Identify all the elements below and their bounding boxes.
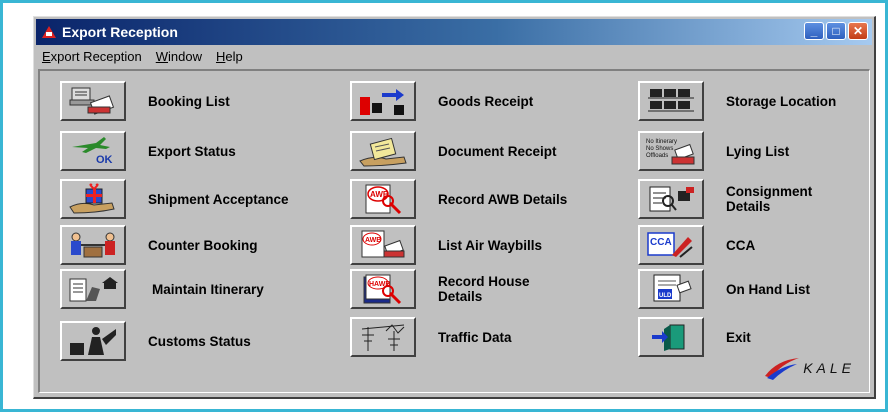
entry-counter-booking: Counter Booking (60, 225, 258, 265)
list-air-waybills-button[interactable]: AWB (350, 225, 416, 265)
traffic-data-label: Traffic Data (438, 329, 512, 345)
entry-record-awb-details: AWB Record AWB Details (350, 179, 567, 219)
cca-icon: CCA (647, 232, 693, 258)
entry-goods-receipt: Goods Receipt (350, 81, 533, 121)
traffic-data-button[interactable] (350, 317, 416, 357)
shipment-acceptance-button[interactable] (60, 179, 126, 219)
export-status-icon: OK (72, 137, 113, 166)
entry-lying-list: No Itinerary No Shows Offloads Lying Lis… (638, 131, 789, 171)
counter-booking-label: Counter Booking (148, 237, 258, 253)
lying-list-button[interactable]: No Itinerary No Shows Offloads (638, 131, 704, 171)
entry-storage-location: Storage Location (638, 81, 836, 121)
title-bar[interactable]: Export Reception _ □ ✕ (36, 19, 872, 45)
awb-text: AWB (370, 190, 389, 199)
awb-list-text: AWB (365, 237, 381, 244)
document-receipt-icon (359, 137, 407, 167)
app-logo-icon (42, 25, 56, 39)
lying-line-2: No Shows (646, 146, 673, 152)
cca-button[interactable]: CCA (638, 225, 704, 265)
record-house-button[interactable]: HAWB (350, 269, 416, 309)
record-house-icon: HAWB (363, 274, 402, 305)
entry-traffic-data: Traffic Data (350, 317, 512, 357)
counter-booking-button[interactable] (60, 225, 126, 265)
export-reception-window: Export Reception _ □ ✕ Export Reception … (33, 16, 876, 399)
maintain-itinerary-icon (69, 277, 118, 302)
customs-status-icon (70, 327, 116, 355)
shipment-acceptance-icon (69, 183, 115, 214)
menu-help[interactable]: Help (216, 49, 243, 64)
consignment-details-icon (649, 186, 694, 212)
on-hand-list-icon: ULD (653, 274, 692, 302)
exit-button[interactable] (638, 317, 704, 357)
counter-booking-icon (71, 232, 115, 258)
kale-swoosh-icon (765, 358, 800, 380)
maximize-button[interactable]: □ (826, 22, 846, 40)
lying-line-1: No Itinerary (646, 139, 677, 145)
entry-cca: CCA CCA (638, 225, 755, 265)
minimize-button[interactable]: _ (804, 22, 824, 40)
entry-maintain-itinerary: Maintain Itinerary (60, 269, 264, 309)
booking-list-label: Booking List (148, 93, 230, 109)
storage-location-label: Storage Location (726, 93, 837, 109)
on-hand-list-button[interactable]: ULD (638, 269, 704, 309)
record-awb-icon: AWB (365, 184, 402, 215)
logo-text: KALE (803, 360, 855, 376)
entry-list-air-waybills: AWB List Air Waybills (350, 225, 542, 265)
window-controls: _ □ ✕ (804, 22, 868, 40)
customs-status-label: Customs Status (148, 333, 251, 349)
entry-booking-list: Booking List (60, 81, 230, 121)
shipment-acceptance-label: Shipment Acceptance (148, 191, 289, 207)
exit-door-icon (652, 324, 685, 351)
entry-export-status: OK Export Status (60, 131, 236, 171)
close-icon: ✕ (852, 24, 864, 38)
entry-on-hand-list: ULD On Hand List (638, 269, 810, 309)
on-hand-list-label: On Hand List (726, 281, 810, 297)
goods-receipt-label: Goods Receipt (438, 93, 534, 109)
lying-list-icon: No Itinerary No Shows Offloads (646, 139, 695, 165)
lying-list-label: Lying List (726, 143, 790, 159)
cca-text: CCA (650, 237, 672, 248)
list-air-waybills-label: List Air Waybills (438, 237, 543, 253)
entry-customs-status: Customs Status (60, 321, 251, 361)
lying-line-3: Offloads (646, 153, 668, 159)
maintain-itinerary-button[interactable] (60, 269, 126, 309)
storage-location-icon (648, 89, 694, 112)
maximize-icon: □ (832, 24, 840, 38)
cca-label: CCA (726, 237, 756, 253)
consignment-details-label: Consignment Details (726, 184, 813, 214)
document-receipt-button[interactable] (350, 131, 416, 171)
goods-receipt-button[interactable] (350, 81, 416, 121)
traffic-data-icon (361, 324, 405, 351)
exit-label: Exit (726, 329, 751, 345)
menu-bar: Export Reception Window Help (36, 46, 872, 66)
entry-document-receipt: Document Receipt (350, 131, 557, 171)
close-button[interactable]: ✕ (848, 22, 868, 40)
kale-logo: KALE (763, 356, 855, 380)
entry-record-house-details: HAWB Record House Details (350, 269, 568, 309)
export-status-label: Export Status (148, 143, 236, 159)
maintain-itinerary-label: Maintain Itinerary (152, 281, 264, 297)
window-title: Export Reception (62, 24, 178, 40)
record-awb-button[interactable]: AWB (350, 179, 416, 219)
goods-receipt-icon (360, 89, 404, 115)
storage-location-button[interactable] (638, 81, 704, 121)
menu-window[interactable]: Window (156, 49, 202, 64)
document-receipt-label: Document Receipt (438, 143, 557, 159)
function-panel: Booking List OK Export Status Shipment A… (38, 69, 870, 393)
record-house-label: Record House Details (438, 274, 530, 304)
menu-export-reception[interactable]: Export Reception (42, 49, 142, 64)
customs-status-button[interactable] (60, 321, 126, 361)
entry-exit: Exit (638, 317, 751, 357)
uld-text: ULD (659, 293, 672, 299)
list-air-waybills-icon: AWB (361, 230, 405, 258)
entry-shipment-acceptance: Shipment Acceptance (60, 179, 289, 219)
export-status-button[interactable]: OK (60, 131, 126, 171)
booking-list-icon (69, 87, 115, 115)
ok-text: OK (96, 154, 113, 166)
entry-consignment-details: Consignment Details (638, 179, 846, 219)
record-awb-label: Record AWB Details (438, 191, 568, 207)
minimize-icon: _ (810, 24, 818, 38)
consignment-details-button[interactable] (638, 179, 704, 219)
booking-list-button[interactable] (60, 81, 126, 121)
